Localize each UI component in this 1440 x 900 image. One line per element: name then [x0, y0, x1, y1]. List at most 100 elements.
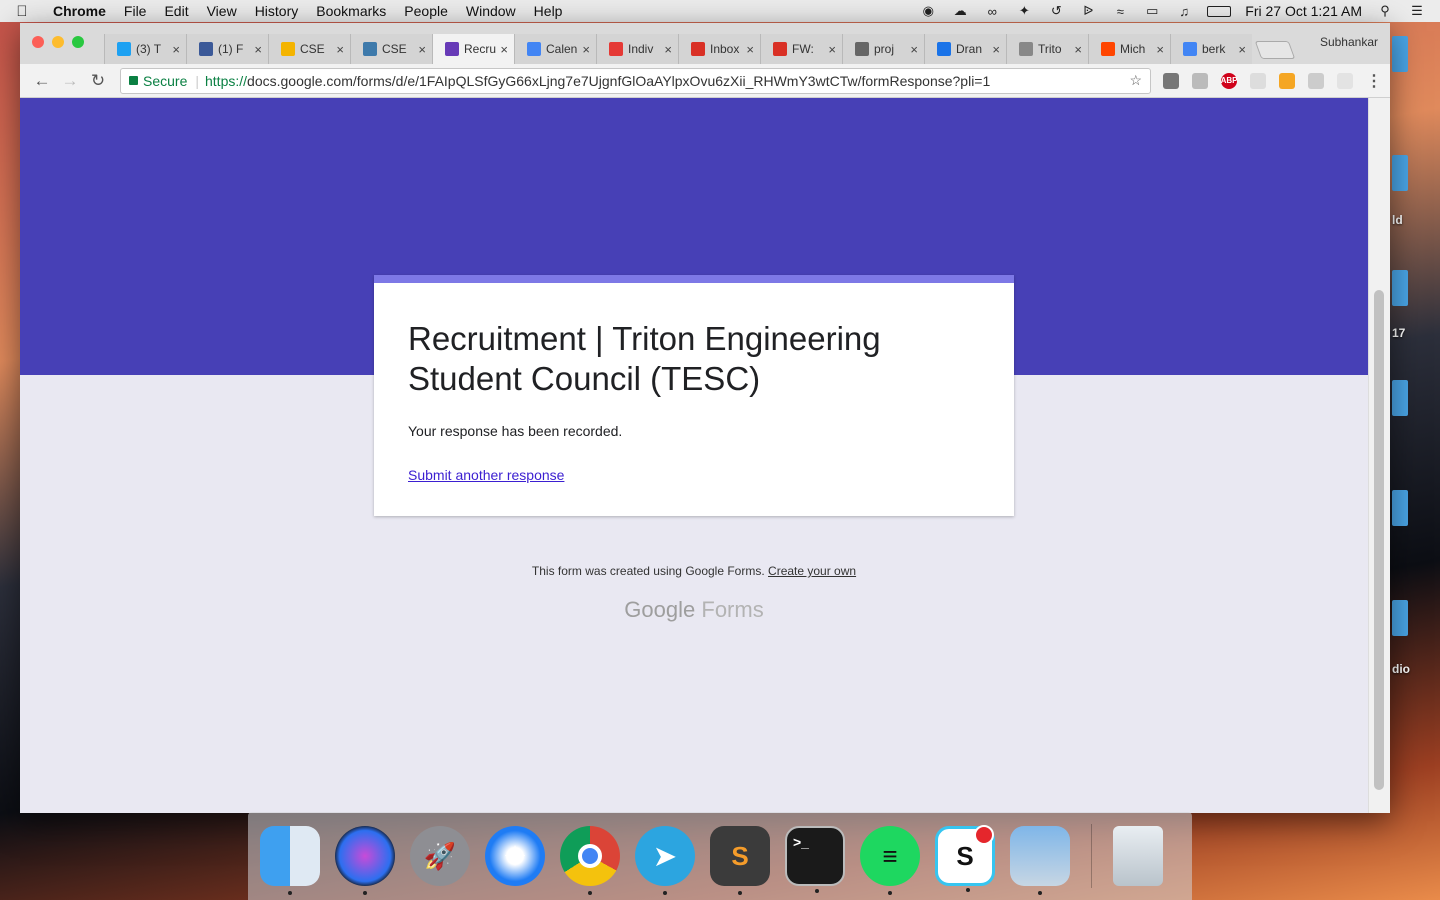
browser-tab[interactable]: FW: × — [760, 34, 842, 64]
desktop-item-label: 17 — [1392, 326, 1406, 340]
creative-cloud-icon[interactable]: ∞ — [983, 4, 1001, 19]
reload-icon[interactable]: ↻ — [84, 71, 112, 91]
extension-cloud-icon[interactable] — [1192, 72, 1208, 89]
apple-menu-icon[interactable]:  — [0, 3, 44, 20]
chrome-menu-icon[interactable]: ⋮ — [1366, 73, 1382, 90]
notification-center-icon[interactable]: ☰ — [1408, 3, 1426, 18]
menu-app-name[interactable]: Chrome — [44, 3, 115, 19]
spotlight-search-icon[interactable]: ⚲ — [1376, 3, 1394, 18]
desktop-item-icon[interactable] — [1392, 270, 1408, 306]
close-tab-icon[interactable]: × — [254, 42, 262, 57]
close-tab-icon[interactable]: × — [500, 42, 508, 57]
browser-tab[interactable]: berk × — [1170, 34, 1252, 64]
cast-icon[interactable] — [1163, 72, 1179, 89]
extension-icon[interactable] — [1308, 72, 1324, 89]
telegram-icon[interactable]: ➤ — [635, 826, 695, 895]
close-tab-icon[interactable]: × — [172, 42, 180, 57]
spotify-icon[interactable]: ≡ — [860, 826, 920, 895]
profile-button[interactable]: Subhankar — [1320, 35, 1378, 49]
browser-tab[interactable]: Trito × — [1006, 34, 1088, 64]
close-tab-icon[interactable]: × — [582, 42, 590, 57]
browser-tab[interactable]: Mich × — [1088, 34, 1170, 64]
browser-tab[interactable]: Recru × — [432, 34, 514, 64]
forward-arrow-icon[interactable]: → — [56, 71, 84, 91]
desktop-item-label: ld — [1392, 213, 1403, 227]
browser-tab[interactable]: CSE × — [268, 34, 350, 64]
menu-help[interactable]: Help — [525, 3, 572, 19]
tools-icon[interactable]: ✦ — [1015, 3, 1033, 18]
trash-icon[interactable] — [1113, 826, 1163, 886]
menu-edit[interactable]: Edit — [155, 3, 197, 19]
siri-icon[interactable] — [335, 826, 395, 895]
secure-indicator[interactable]: Secure — [129, 73, 187, 89]
slack-icon[interactable]: S — [935, 825, 995, 892]
scrollbar-thumb[interactable] — [1374, 290, 1384, 790]
browser-tab[interactable]: (1) F × — [186, 34, 268, 64]
browser-tab[interactable]: Inbox × — [678, 34, 760, 64]
desktop-item-icon[interactable] — [1392, 600, 1408, 636]
zoom-window-icon[interactable] — [72, 36, 84, 48]
desktop-item-icon[interactable] — [1392, 36, 1408, 72]
menu-history[interactable]: History — [246, 3, 308, 19]
menu-view[interactable]: View — [198, 3, 246, 19]
chrome-icon[interactable] — [560, 826, 620, 895]
desktop-item-icon[interactable] — [1392, 155, 1408, 191]
cloud-upload-icon[interactable]: ☁ — [951, 3, 969, 18]
airplay-icon[interactable]: ▭ — [1143, 3, 1161, 18]
vpn-extension-icon[interactable] — [1337, 72, 1353, 89]
finder-icon[interactable] — [260, 826, 320, 895]
launchpad-icon[interactable]: 🚀 — [410, 826, 470, 886]
terminal-icon[interactable]: >_ — [785, 826, 845, 893]
menu-bookmarks[interactable]: Bookmarks — [307, 3, 395, 19]
submit-another-response-link[interactable]: Submit another response — [408, 467, 564, 483]
address-bar[interactable]: Secure | https://docs.google.com/forms/d… — [120, 67, 1151, 94]
minimize-window-icon[interactable] — [52, 36, 64, 48]
close-tab-icon[interactable]: × — [418, 42, 426, 57]
browser-tab[interactable]: Calen × — [514, 34, 596, 64]
menu-file[interactable]: File — [115, 3, 156, 19]
ghost-extension-icon[interactable] — [1250, 72, 1266, 89]
battery-icon[interactable] — [1207, 5, 1232, 17]
menu-window[interactable]: Window — [457, 3, 525, 19]
close-tab-icon[interactable]: × — [664, 42, 672, 57]
close-tab-icon[interactable]: × — [828, 42, 836, 57]
close-tab-icon[interactable]: × — [746, 42, 754, 57]
browser-tab[interactable]: CSE × — [350, 34, 432, 64]
menu-people[interactable]: People — [395, 3, 457, 19]
volume-icon[interactable]: ♫ — [1175, 4, 1193, 19]
desktop-item-label: dio — [1392, 662, 1410, 676]
close-tab-icon[interactable]: × — [1238, 42, 1246, 57]
close-tab-icon[interactable]: × — [992, 42, 1000, 57]
menu-bar:  Chrome File Edit View History Bookmark… — [0, 0, 1440, 22]
page-scrollbar[interactable] — [1368, 98, 1390, 813]
close-tab-icon[interactable]: × — [1074, 42, 1082, 57]
adblock-plus-icon[interactable]: ABP — [1221, 72, 1237, 89]
preview-icon[interactable] — [1010, 826, 1070, 895]
new-tab-button[interactable] — [1254, 41, 1296, 59]
create-your-own-link[interactable]: Create your own — [768, 564, 856, 578]
url-text[interactable]: https://docs.google.com/forms/d/e/1FAIpQ… — [205, 73, 990, 89]
browser-tab[interactable]: Dran × — [924, 34, 1006, 64]
browser-tab[interactable]: Indiv × — [596, 34, 678, 64]
bluetooth-icon[interactable]: ᐉ — [1079, 3, 1097, 18]
back-arrow-icon[interactable]: ← — [28, 71, 56, 91]
wifi-icon[interactable]: ≈ — [1111, 4, 1129, 19]
desktop-item-icon[interactable] — [1392, 380, 1408, 416]
clock[interactable]: Fri 27 Oct 1:21 AM — [1245, 3, 1362, 19]
airdrop-icon[interactable]: ◉ — [919, 3, 937, 18]
sublime-text-icon[interactable]: S — [710, 826, 770, 895]
desktop-item-icon[interactable] — [1392, 490, 1408, 526]
shopping-extension-icon[interactable] — [1279, 72, 1295, 89]
bookmark-star-icon[interactable]: ☆ — [1129, 72, 1142, 89]
time-machine-icon[interactable]: ↺ — [1047, 3, 1065, 18]
safari-icon[interactable]: ✦ — [485, 826, 545, 886]
drawing-icon — [937, 42, 951, 56]
google-forms-logo[interactable]: Google Forms — [20, 597, 1368, 623]
close-tab-icon[interactable]: × — [1156, 42, 1164, 57]
close-tab-icon[interactable]: × — [910, 42, 918, 57]
browser-tab[interactable]: (3) T × — [104, 34, 186, 64]
close-window-icon[interactable] — [32, 36, 44, 48]
gmail-icon — [691, 42, 705, 56]
close-tab-icon[interactable]: × — [336, 42, 344, 57]
browser-tab[interactable]: proj × — [842, 34, 924, 64]
